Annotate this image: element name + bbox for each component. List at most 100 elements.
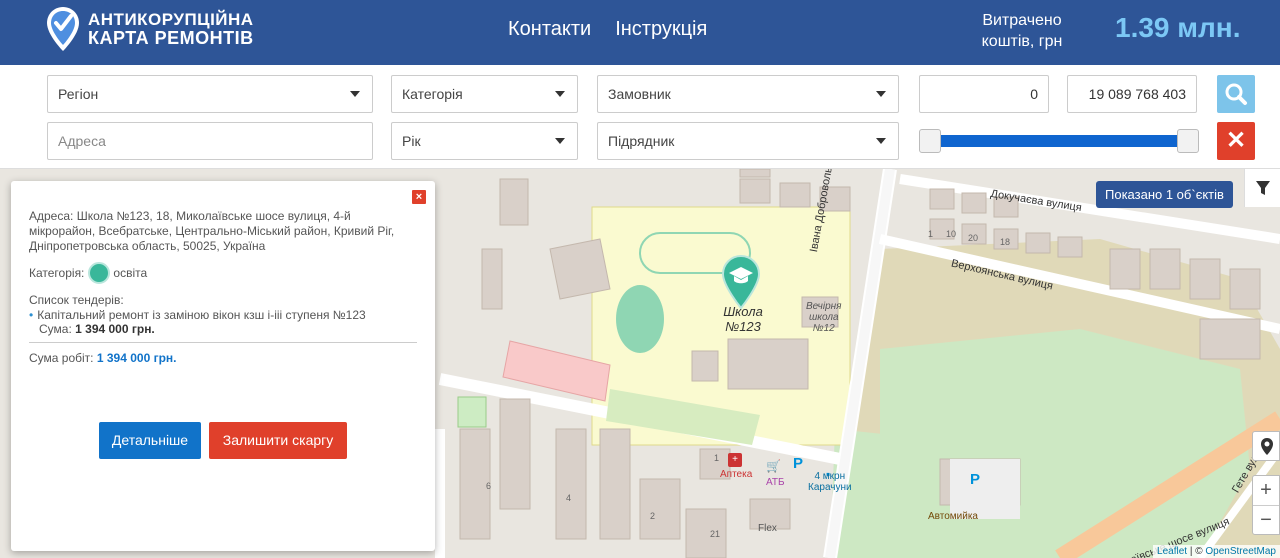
- slider-handle-max[interactable]: [1177, 129, 1199, 153]
- funnel-icon: [1256, 181, 1270, 195]
- location-pin-icon: [1261, 438, 1273, 455]
- close-icon: ✕: [1225, 127, 1247, 154]
- shop-icon: 🛒: [766, 459, 781, 473]
- map-house-number: 2: [650, 511, 656, 521]
- spent-label-line-1: Витрачено: [982, 12, 1062, 29]
- search-button[interactable]: [1217, 75, 1255, 113]
- graduation-cap-icon: [88, 262, 111, 284]
- chevron-down-icon: [555, 138, 565, 144]
- popup-tender-sum-label: Сума:: [39, 322, 72, 336]
- map-house-number: 1: [714, 453, 720, 463]
- chevron-down-icon: [555, 91, 565, 97]
- clear-filters-button[interactable]: ✕: [1217, 122, 1255, 160]
- contractor-select-value: Підрядник: [608, 133, 675, 149]
- year-select[interactable]: Рік: [391, 122, 578, 160]
- popup-category-label: Категорія:: [29, 266, 85, 280]
- map-house-number: 18: [1000, 237, 1011, 247]
- map-house-number: 4: [566, 493, 572, 503]
- popup-tenders-label: Список тендерів:: [29, 293, 124, 307]
- shown-count-badge: Показано 1 об`єктів: [1096, 181, 1233, 208]
- logo[interactable]: АНТИКОРУПЦІЙНА КАРТА РЕМОНТІВ: [46, 6, 254, 52]
- chevron-down-icon: [876, 91, 886, 97]
- popup-close-button[interactable]: ×: [412, 190, 426, 204]
- object-popup: × Адреса: Школа №123, 18, Миколаївське ш…: [11, 181, 435, 551]
- school-marker-label-line: №123: [725, 319, 761, 334]
- school-marker-icon[interactable]: [721, 254, 761, 310]
- map-label-bus-stop-line: 4 мкрн: [814, 471, 846, 482]
- max-amount-input[interactable]: 19 089 768 403: [1067, 75, 1197, 113]
- popup-tender-sum: 1 394 000 грн.: [75, 322, 155, 336]
- popup-tender-name: Капітальний ремонт із заміною вікон кзш …: [37, 308, 366, 322]
- map-house-number: 6: [486, 481, 492, 491]
- header: АНТИКОРУПЦІЙНА КАРТА РЕМОНТІВ Контакти І…: [0, 0, 1280, 65]
- filter-bar: Регіон Категорія Замовник 0 19 089 768 4…: [0, 65, 1280, 169]
- slider-handle-min[interactable]: [919, 129, 941, 153]
- map-house-number: 21: [710, 529, 721, 539]
- details-button[interactable]: Детальніше: [99, 422, 201, 459]
- logo-text: АНТИКОРУПЦІЙНА КАРТА РЕМОНТІВ: [88, 10, 254, 48]
- parking-icon: P: [970, 471, 981, 488]
- logo-line-1: АНТИКОРУПЦІЙНА: [88, 10, 254, 29]
- year-select-value: Рік: [402, 133, 421, 149]
- bullet-icon: •: [29, 308, 34, 322]
- category-select[interactable]: Категорія: [391, 75, 578, 113]
- popup-category-value: освіта: [113, 266, 148, 280]
- map-label-evening-school-line: Вечірня: [806, 301, 842, 312]
- map-label-evening-school: Вечірня школа №12: [806, 301, 841, 334]
- map-playground: [457, 396, 487, 428]
- zoom-in-button[interactable]: +: [1253, 476, 1279, 505]
- nav-instruction[interactable]: Інструкція: [615, 18, 707, 41]
- map-house-number: 10: [946, 229, 957, 239]
- check-pin-icon: [47, 7, 79, 51]
- spent-label-line-2: коштів, грн: [981, 33, 1063, 50]
- spent-value: 1.39 млн.: [1115, 12, 1241, 43]
- school-marker-label: Школа №123: [720, 304, 766, 334]
- chevron-down-icon: [876, 138, 886, 144]
- logo-line-2: КАРТА РЕМОНТІВ: [88, 28, 254, 48]
- popup-total-value: 1 394 000 грн.: [96, 351, 177, 365]
- zoom-out-button[interactable]: −: [1253, 505, 1279, 534]
- map-label-atb: АТБ: [766, 477, 785, 488]
- map-house-number: 1: [928, 229, 934, 239]
- popup-total: Сума робіт: 1 394 000 грн.: [29, 351, 177, 365]
- map-label-bus-stop-line: Карачуни: [808, 482, 852, 493]
- spent-label: Витрачено коштів, грн: [972, 10, 1072, 52]
- parking-icon: P: [793, 455, 804, 472]
- popup-divider: [29, 342, 417, 343]
- pharmacy-icon: +: [728, 453, 742, 467]
- chevron-down-icon: [350, 91, 360, 97]
- map-attribution: Leaflet | © OpenStreetMap: [1153, 545, 1280, 558]
- category-select-value: Категорія: [402, 86, 463, 102]
- customer-select-value: Замовник: [608, 86, 671, 102]
- customer-select[interactable]: Замовник: [597, 75, 899, 113]
- map-stadium: [616, 285, 664, 353]
- region-select-value: Регіон: [58, 86, 99, 102]
- amount-range-slider[interactable]: [919, 129, 1199, 153]
- zoom-control: + −: [1252, 475, 1280, 535]
- map-label-evening-school-line: №12: [812, 323, 835, 334]
- min-amount-input[interactable]: 0: [919, 75, 1049, 113]
- popup-tender-item: • Капітальний ремонт із заміною вікон кзш…: [29, 308, 414, 336]
- map-label-pharmacy: Аптека: [720, 469, 753, 480]
- map-label-bus-stop: 4 мкрн Карачуни: [808, 471, 852, 493]
- map-label-flex: Flex: [758, 523, 777, 534]
- search-icon: [1225, 83, 1247, 105]
- complain-button[interactable]: Залишити скаргу: [209, 422, 347, 459]
- address-input[interactable]: Адреса: [47, 122, 373, 160]
- popup-address: Адреса: Школа №123, 18, Миколаївське шос…: [29, 209, 395, 253]
- nav-contacts[interactable]: Контакти: [508, 18, 591, 41]
- locate-button[interactable]: [1252, 431, 1280, 461]
- osm-link[interactable]: OpenStreetMap: [1205, 546, 1276, 557]
- leaflet-link[interactable]: Leaflet: [1157, 546, 1187, 557]
- slider-track: [929, 135, 1189, 147]
- attribution-separator: | ©: [1187, 546, 1206, 557]
- region-select[interactable]: Регіон: [47, 75, 373, 113]
- map-label-car-wash: Автомийка: [928, 511, 978, 522]
- map-house-number: 20: [968, 233, 979, 243]
- main-nav: Контакти Інструкція: [508, 18, 707, 41]
- map-filter-button[interactable]: [1244, 169, 1280, 207]
- popup-total-label: Сума робіт:: [29, 351, 94, 365]
- school-marker-label-line: Школа: [723, 304, 763, 319]
- contractor-select[interactable]: Підрядник: [597, 122, 899, 160]
- map-label-evening-school-line: школа: [808, 312, 839, 323]
